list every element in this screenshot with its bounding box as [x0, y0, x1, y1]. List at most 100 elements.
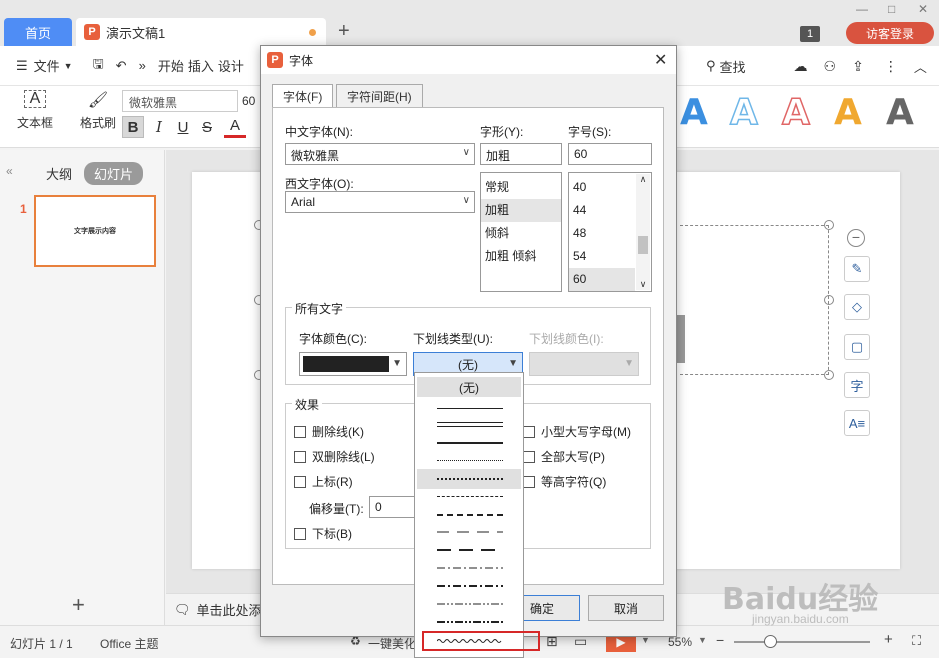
superscript-checkbox[interactable]: 上标(R) [294, 473, 353, 490]
dialog-close-icon[interactable]: ✕ [654, 50, 667, 70]
save-icon[interactable]: 🖫 [93, 55, 104, 77]
collapse-panel-icon[interactable]: « [6, 164, 13, 178]
window-count-badge[interactable]: 1 [800, 26, 820, 42]
underline-option-single[interactable] [417, 399, 521, 419]
zoom-out-icon[interactable]: − [716, 632, 724, 648]
fill-tool-icon[interactable]: ◇ [844, 294, 870, 320]
cn-font-combo[interactable]: 微软雅黑 ∨ [285, 143, 475, 165]
size-option[interactable]: 48 [569, 222, 635, 245]
hamburger-icon[interactable]: ☰ [16, 58, 28, 74]
text-tool-icon[interactable]: 字 [844, 372, 870, 398]
size-option[interactable]: 54 [569, 245, 635, 268]
style-input[interactable]: 加粗 [480, 143, 562, 165]
tab-char-spacing[interactable]: 字符间距(H) [336, 84, 423, 107]
tab-slides[interactable]: 幻灯片 [84, 162, 144, 185]
user-add-icon[interactable]: ⚇ [824, 58, 837, 75]
size-list-scrollbar[interactable]: ∧ ∨ [636, 174, 650, 290]
font-color-button[interactable]: A [224, 116, 246, 138]
style-option[interactable]: 倾斜 [481, 222, 561, 245]
size-option[interactable]: 40 [569, 176, 635, 199]
text-style-2[interactable]: A [729, 91, 758, 134]
scroll-thumb[interactable] [638, 236, 648, 254]
font-family-select[interactable]: 微软雅黑 [122, 90, 238, 112]
small-caps-checkbox[interactable]: 小型大写字母(M) [523, 423, 631, 440]
slide-thumbnail[interactable]: 文字展示内容 [34, 195, 156, 267]
menu-design[interactable]: 设计 [218, 56, 244, 75]
minus-icon[interactable]: − [847, 229, 865, 247]
collapse-ribbon-icon[interactable]: ︿ [914, 57, 927, 76]
underline-button[interactable]: U [172, 116, 194, 138]
zoom-slider-thumb[interactable] [764, 635, 777, 648]
search-label[interactable]: 查找 [720, 57, 746, 76]
fit-window-icon[interactable]: ⛶ [912, 633, 921, 649]
undo-icon[interactable]: ↶ [116, 58, 127, 74]
underline-option-dotted[interactable] [417, 451, 521, 471]
underline-option-dash-heavy[interactable] [417, 505, 521, 525]
underline-option-dash-dot-heavy[interactable] [417, 577, 521, 597]
underline-type-dropdown[interactable]: (无) [414, 372, 524, 658]
size-input[interactable]: 60 [568, 143, 652, 165]
strikethrough-button[interactable]: S [196, 116, 218, 138]
text-format-icon[interactable]: A≡ [844, 410, 870, 436]
underline-option-dash[interactable] [417, 487, 521, 507]
border-tool-icon[interactable]: ▢ [844, 334, 870, 360]
double-strike-checkbox[interactable]: 双删除线(L) [294, 448, 375, 465]
west-font-combo[interactable]: Arial ∨ [285, 191, 475, 213]
size-option[interactable]: 60 [569, 268, 635, 291]
share-icon[interactable]: ⇪ [852, 58, 864, 75]
underline-option-long-dash[interactable] [417, 523, 521, 543]
format-brush-tool[interactable]: 🖌 格式刷 [76, 90, 120, 131]
offset-input[interactable]: 0 [369, 496, 419, 518]
scroll-down-icon[interactable]: ∨ [636, 279, 650, 290]
visitor-login-button[interactable]: 访客登录 [846, 22, 934, 44]
size-list[interactable]: 40 44 48 54 60 ∧ ∨ [568, 172, 652, 292]
zoom-value[interactable]: 55% [668, 635, 692, 649]
tab-outline[interactable]: 大纲 [46, 164, 72, 183]
strike-checkbox[interactable]: 删除线(K) [294, 423, 364, 440]
close-window-icon[interactable]: ✕ [918, 2, 928, 16]
menu-file[interactable]: 文件 ▼ [34, 56, 73, 75]
underline-option-long-dash-heavy[interactable] [417, 541, 521, 561]
underline-option-dash-dot[interactable] [417, 559, 521, 579]
bold-button[interactable]: B [122, 116, 144, 138]
menu-start[interactable]: 开始 [158, 56, 184, 75]
pen-tool-icon[interactable]: ✎ [844, 256, 870, 282]
italic-button[interactable]: I [148, 116, 170, 138]
equal-height-checkbox[interactable]: 等高字符(Q) [523, 473, 606, 490]
cancel-button[interactable]: 取消 [588, 595, 664, 621]
all-caps-checkbox[interactable]: 全部大写(P) [523, 448, 605, 465]
font-color-combo[interactable]: ▼ [299, 352, 407, 376]
underline-option-dash-dot-dot[interactable] [417, 595, 521, 615]
text-style-4[interactable]: A [834, 92, 862, 133]
textbox-tool[interactable]: A 文本框 [10, 90, 60, 131]
new-tab-plus-icon[interactable]: + [338, 20, 350, 43]
tab-home[interactable]: 首页 [4, 18, 72, 46]
zoom-in-icon[interactable]: + [884, 631, 893, 648]
cloud-icon[interactable]: ☁ [794, 58, 808, 75]
zoom-slider-track[interactable] [734, 641, 870, 643]
more-menu-icon[interactable]: » [139, 58, 146, 73]
search-icon[interactable]: ⚲ [706, 58, 716, 74]
minimize-icon[interactable]: — [856, 2, 868, 16]
scroll-up-icon[interactable]: ∧ [636, 174, 650, 185]
font-size-value[interactable]: 60 [242, 94, 255, 108]
more-options-icon[interactable]: ⋮ [884, 58, 898, 75]
zoom-dropdown-icon[interactable]: ▼ [698, 635, 707, 645]
style-option[interactable]: 加粗 [481, 199, 561, 222]
tab-document[interactable]: P 演示文稿1 [76, 18, 326, 46]
underline-option-none[interactable]: (无) [417, 377, 521, 397]
beautify-label[interactable]: 一键美化 [368, 635, 416, 652]
text-style-1[interactable]: A [680, 92, 708, 133]
size-option[interactable]: 44 [569, 199, 635, 222]
tab-font[interactable]: 字体(F) [272, 84, 334, 108]
add-slide-icon[interactable]: + [72, 592, 85, 618]
menu-insert[interactable]: 插入 [188, 56, 214, 75]
style-list[interactable]: 常规 加粗 倾斜 加粗 倾斜 [480, 172, 562, 292]
style-option[interactable]: 加粗 倾斜 [481, 245, 561, 268]
underline-option-dash-dot-dot-heavy[interactable] [417, 613, 521, 633]
maximize-icon[interactable]: □ [888, 2, 895, 16]
style-option[interactable]: 常规 [481, 176, 561, 199]
underline-option-thick[interactable] [417, 433, 521, 453]
subscript-checkbox[interactable]: 下标(B) [294, 525, 352, 542]
underline-option-dotted-heavy[interactable] [417, 469, 521, 489]
